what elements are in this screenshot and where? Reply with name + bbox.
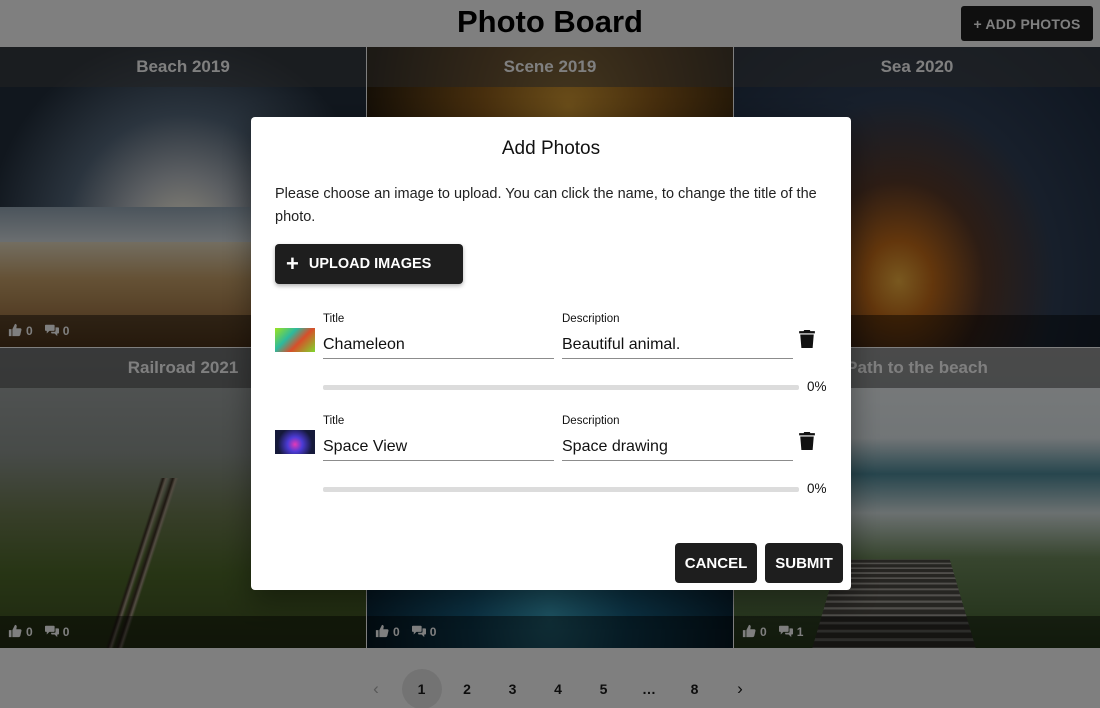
upload-progress-text: 0% (807, 481, 827, 496)
upload-progress-text: 0% (807, 379, 827, 394)
description-input[interactable] (562, 429, 793, 461)
description-input[interactable] (562, 327, 793, 359)
trash-icon[interactable] (799, 432, 815, 450)
upload-images-label: UPLOAD IMAGES (308, 256, 432, 272)
upload-progress-bar (323, 487, 799, 492)
title-label: Title (323, 415, 345, 427)
title-field: Title (323, 311, 554, 359)
description-label: Description (562, 313, 620, 325)
description-field: Description (562, 413, 793, 461)
title-label: Title (323, 313, 345, 325)
trash-icon[interactable] (799, 330, 815, 348)
upload-images-button[interactable]: + UPLOAD IMAGES (275, 244, 463, 284)
plus-icon: + (286, 251, 299, 276)
dialog-instructions: Please choose an image to upload. You ca… (275, 186, 817, 225)
upload-item: Title Description 0% (275, 311, 827, 401)
description-label: Description (562, 415, 620, 427)
image-thumbnail (275, 430, 315, 454)
title-input[interactable] (323, 429, 554, 461)
title-input[interactable] (323, 327, 554, 359)
description-field: Description (562, 311, 793, 359)
cancel-button[interactable]: CANCEL (675, 543, 757, 583)
dialog-title: Add Photos (501, 138, 601, 159)
image-thumbnail (275, 328, 315, 352)
upload-progress-bar (323, 385, 799, 390)
submit-button[interactable]: SUBMIT (765, 543, 843, 583)
title-field: Title (323, 413, 554, 461)
upload-item: Title Description 0% (275, 413, 827, 503)
add-photos-dialog: Add Photos Please choose an image to upl… (251, 117, 851, 590)
